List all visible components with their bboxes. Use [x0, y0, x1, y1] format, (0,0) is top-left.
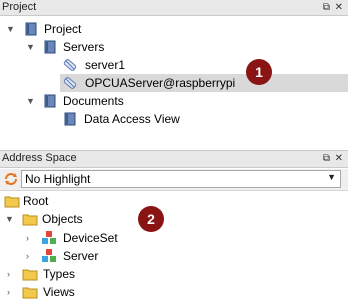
highlight-select[interactable]: No Highlight ▼	[21, 170, 341, 188]
server-connection-icon	[62, 75, 78, 91]
refresh-icon[interactable]	[3, 171, 19, 187]
tree-node-types[interactable]: › Types	[0, 265, 348, 283]
tree-node-data-access-view[interactable]: Data Access View	[60, 110, 348, 128]
chevron-down-icon[interactable]: ▼	[327, 172, 336, 182]
chevron-right-icon[interactable]: ›	[22, 229, 33, 247]
tree-node-project[interactable]: ▼ Project	[0, 20, 348, 38]
highlight-select-value: No Highlight	[25, 172, 91, 186]
float-panel-button[interactable]: ⧉	[323, 152, 330, 165]
tree-node-label: Documents	[63, 94, 124, 108]
object-cubes-icon	[41, 248, 57, 264]
chevron-down-icon[interactable]: ▼	[25, 38, 36, 56]
tree-node-root[interactable]: Root	[0, 192, 348, 210]
tree-node-label: Servers	[63, 40, 105, 54]
chevron-down-icon[interactable]: ▼	[5, 20, 16, 38]
tree-node-deviceset[interactable]: › DeviceSet	[0, 229, 348, 247]
document-book-icon	[62, 111, 78, 127]
tree-node-label: OPCUAServer@raspberrypi	[85, 76, 236, 90]
tree-node-label: Server	[63, 249, 99, 263]
tree-node-views[interactable]: › Views	[0, 283, 348, 301]
address-panel-header: Address Space ⧉ ✕	[0, 150, 348, 168]
address-tree: Root ▼ Objects › DeviceSet › Server › Ty…	[0, 191, 348, 304]
tree-node-label: Views	[43, 285, 75, 299]
close-panel-button[interactable]: ✕	[335, 152, 343, 165]
chevron-right-icon[interactable]: ›	[22, 247, 33, 265]
folder-icon	[4, 193, 20, 209]
tree-node-label: Objects	[42, 212, 83, 226]
close-panel-button[interactable]: ✕	[335, 1, 343, 14]
server-connection-icon	[62, 57, 78, 73]
float-panel-button[interactable]: ⧉	[323, 1, 330, 14]
object-cubes-icon	[41, 230, 57, 246]
tree-node-label: DeviceSet	[63, 231, 118, 245]
folder-icon	[22, 284, 38, 300]
tree-node-servers[interactable]: ▼ Servers	[0, 38, 348, 56]
tree-node-label: server1	[85, 58, 126, 72]
callout-badge-1: 1	[246, 59, 272, 85]
project-book-icon	[23, 21, 39, 37]
address-toolbar: No Highlight ▼	[0, 169, 348, 191]
chevron-down-icon[interactable]: ▼	[4, 210, 15, 228]
chevron-right-icon[interactable]: ›	[3, 283, 14, 301]
tree-node-label: Project	[44, 22, 82, 36]
folder-icon	[22, 211, 38, 227]
servers-book-icon	[42, 39, 58, 55]
chevron-right-icon[interactable]: ›	[3, 265, 14, 283]
tree-node-documents[interactable]: ▼ Documents	[0, 92, 348, 110]
tree-node-label: Root	[23, 194, 49, 208]
chevron-down-icon[interactable]: ▼	[25, 92, 36, 110]
project-panel-title: Project	[2, 1, 37, 13]
tree-node-label: Types	[43, 267, 76, 281]
project-tree: ▼ Project ▼ Servers server1 OPCUAServer@…	[0, 16, 348, 144]
address-panel-title: Address Space	[2, 152, 77, 164]
tree-node-label: Data Access View	[84, 112, 180, 126]
tree-node-objects[interactable]: ▼ Objects	[0, 210, 348, 228]
tree-node-server[interactable]: › Server	[0, 247, 348, 265]
documents-book-icon	[42, 93, 58, 109]
tree-node-opcua-server[interactable]: OPCUAServer@raspberrypi	[60, 74, 348, 92]
callout-badge-2: 2	[138, 206, 164, 232]
tree-node-server1[interactable]: server1	[60, 56, 348, 74]
folder-icon	[22, 266, 38, 282]
project-panel-header: Project ⧉ ✕	[0, 0, 348, 16]
